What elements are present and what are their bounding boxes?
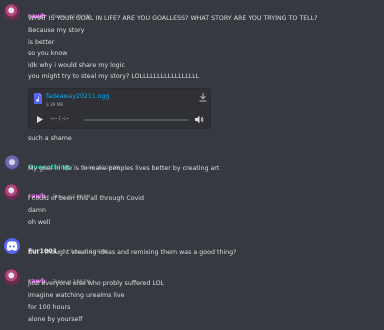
avatar[interactable] (4, 155, 20, 171)
message-line: so you know (28, 50, 68, 57)
message-line: I could of been this all through Covid (28, 195, 145, 202)
attachment-size: 3.39 MB (46, 102, 64, 107)
message-header: rawb Today at 2:28 PM (28, 3, 90, 20)
message-line: just everyone else who probly suffered L… (28, 280, 165, 287)
message-line: But I thought stealing ideas and remixin… (28, 249, 237, 256)
message-line: you might try to steal my story? LOLLLLL… (28, 73, 200, 80)
volume-icon[interactable] (195, 115, 204, 124)
message-line: damn (28, 207, 46, 214)
message-line: imagine watching urealms live (28, 292, 125, 299)
message-line: alone by yourself (28, 316, 83, 323)
message-line: Because my story (28, 27, 85, 34)
audio-progress-track[interactable] (84, 119, 189, 121)
download-icon[interactable] (199, 93, 207, 102)
audio-time: -:-- / -:-- (50, 116, 70, 122)
message-line: such a shame (28, 135, 72, 142)
discord-logo-icon (6, 241, 18, 251)
avatar[interactable] (4, 184, 20, 200)
avatar[interactable] (4, 269, 20, 285)
audio-attachment: fadeaway20211.ogg 3.39 MB -:-- / -:-- (28, 88, 211, 129)
message-line: is better (28, 39, 55, 46)
message-line: My goal in life is to make peoples lives… (28, 165, 220, 172)
attachment-filename[interactable]: fadeaway20211.ogg (46, 93, 109, 100)
message-line: for 100 hours (28, 304, 71, 311)
message-header: Fur1001☄ Today at 2:29 PM (28, 238, 107, 255)
message-header: Queenthing☄ Today at 2:29 PM (28, 154, 120, 171)
message-line: idk why i would share my logic (28, 62, 125, 69)
message-header: rawb Today at 2:29 PM (28, 183, 90, 200)
avatar[interactable] (4, 4, 20, 20)
message-header: rawb Today at 2:29 PM (28, 268, 90, 285)
avatar[interactable] (4, 238, 20, 254)
play-icon[interactable] (37, 116, 43, 123)
audio-file-icon (34, 93, 42, 104)
message-line: WHAT IS YOUR GOAL IN LIFE? ARE YOU GOALL… (28, 15, 318, 22)
message-line: oh well (28, 219, 51, 226)
